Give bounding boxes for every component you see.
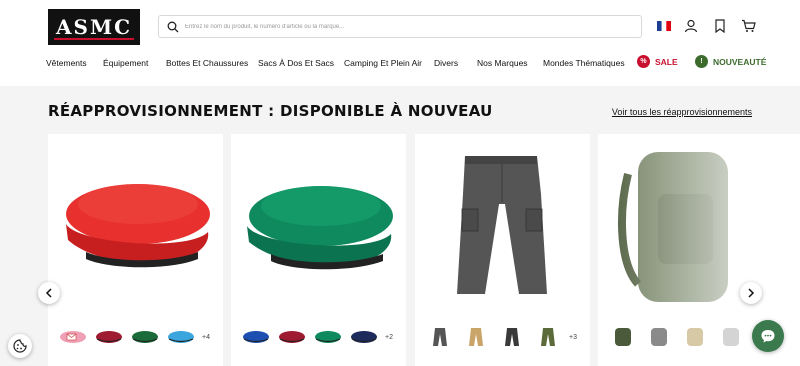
site-header: ASMC Vêtements Équipement Bottes Et Chau…	[0, 0, 800, 86]
see-all-link[interactable]: Voir tous les réapprovisionnements	[612, 107, 752, 117]
swatch[interactable]	[166, 327, 196, 347]
nav-item-divers[interactable]: Divers	[434, 58, 458, 68]
nav-item-mondes[interactable]: Mondes Thématiques	[543, 58, 625, 68]
flag-fr-icon[interactable]	[655, 17, 673, 35]
more-swatches[interactable]: +4	[202, 334, 210, 341]
nav-item-sacs[interactable]: Sacs À Dos Et Sacs	[258, 58, 334, 68]
swatch[interactable]	[241, 327, 271, 347]
product-image-cargo-pants[interactable]	[415, 134, 590, 314]
swatch[interactable]	[277, 327, 307, 347]
more-swatches[interactable]: +3	[569, 334, 577, 341]
swatch[interactable]	[461, 327, 491, 347]
swatch[interactable]	[313, 327, 343, 347]
sale-label: SALE	[655, 56, 678, 67]
color-swatches: +3	[425, 327, 577, 347]
swatch[interactable]	[680, 327, 710, 347]
product-image-green-beret[interactable]	[231, 134, 406, 314]
chevron-left-icon	[45, 288, 52, 298]
restock-section: RÉAPPROVISIONNEMENT : DISPONIBLE À NOUVE…	[0, 86, 800, 366]
swatch[interactable]	[608, 327, 638, 347]
chat-button[interactable]	[752, 320, 784, 352]
main-nav: Vêtements Équipement Bottes Et Chaussure…	[0, 54, 800, 74]
product-image-red-beret[interactable]	[48, 134, 223, 314]
product-card[interactable]: +2	[231, 134, 406, 366]
search-bar[interactable]	[158, 15, 642, 38]
search-input[interactable]	[185, 23, 641, 30]
nav-item-bottes[interactable]: Bottes Et Chaussures	[166, 58, 248, 68]
sale-icon: %	[637, 55, 650, 68]
chevron-right-icon	[748, 288, 755, 298]
product-card[interactable]: +4	[48, 134, 223, 366]
nav-item-sale[interactable]: % SALE	[637, 55, 678, 68]
carousel-prev-button[interactable]	[38, 282, 60, 304]
swatch[interactable]	[497, 327, 527, 347]
cookie-icon	[13, 339, 27, 353]
logo-text: ASMC	[55, 15, 133, 39]
more-swatches[interactable]: +2	[385, 334, 393, 341]
search-icon	[167, 21, 179, 32]
cart-icon[interactable]	[739, 17, 757, 35]
nav-item-vetements[interactable]: Vêtements	[46, 58, 87, 68]
cookie-settings-button[interactable]	[8, 334, 32, 358]
swatch[interactable]	[349, 327, 379, 347]
nav-item-nouveaute[interactable]: ! NOUVEAUTÉ	[695, 55, 766, 68]
user-icon[interactable]	[682, 17, 700, 35]
new-label: NOUVEAUTÉ	[713, 56, 767, 67]
swatch[interactable]	[94, 327, 124, 347]
section-title: RÉAPPROVISIONNEMENT : DISPONIBLE À NOUVE…	[48, 102, 493, 120]
product-card[interactable]: +3	[415, 134, 590, 366]
new-icon: !	[695, 55, 708, 68]
swatch[interactable]	[425, 327, 455, 347]
swatch[interactable]	[58, 327, 88, 347]
color-swatches	[608, 327, 746, 347]
carousel-next-button[interactable]	[740, 282, 762, 304]
bookmark-icon[interactable]	[711, 17, 729, 35]
color-swatches: +4	[58, 327, 210, 347]
color-swatches: +2	[241, 327, 393, 347]
swatch[interactable]	[644, 327, 674, 347]
swatch[interactable]	[533, 327, 563, 347]
swatch[interactable]	[716, 327, 746, 347]
nav-item-camping[interactable]: Camping Et Plein Air	[344, 58, 422, 68]
nav-item-marques[interactable]: Nos Marques	[477, 58, 528, 68]
chat-icon	[761, 330, 775, 343]
site-logo[interactable]: ASMC	[48, 9, 140, 45]
nav-item-equipement[interactable]: Équipement	[103, 58, 148, 68]
swatch[interactable]	[130, 327, 160, 347]
